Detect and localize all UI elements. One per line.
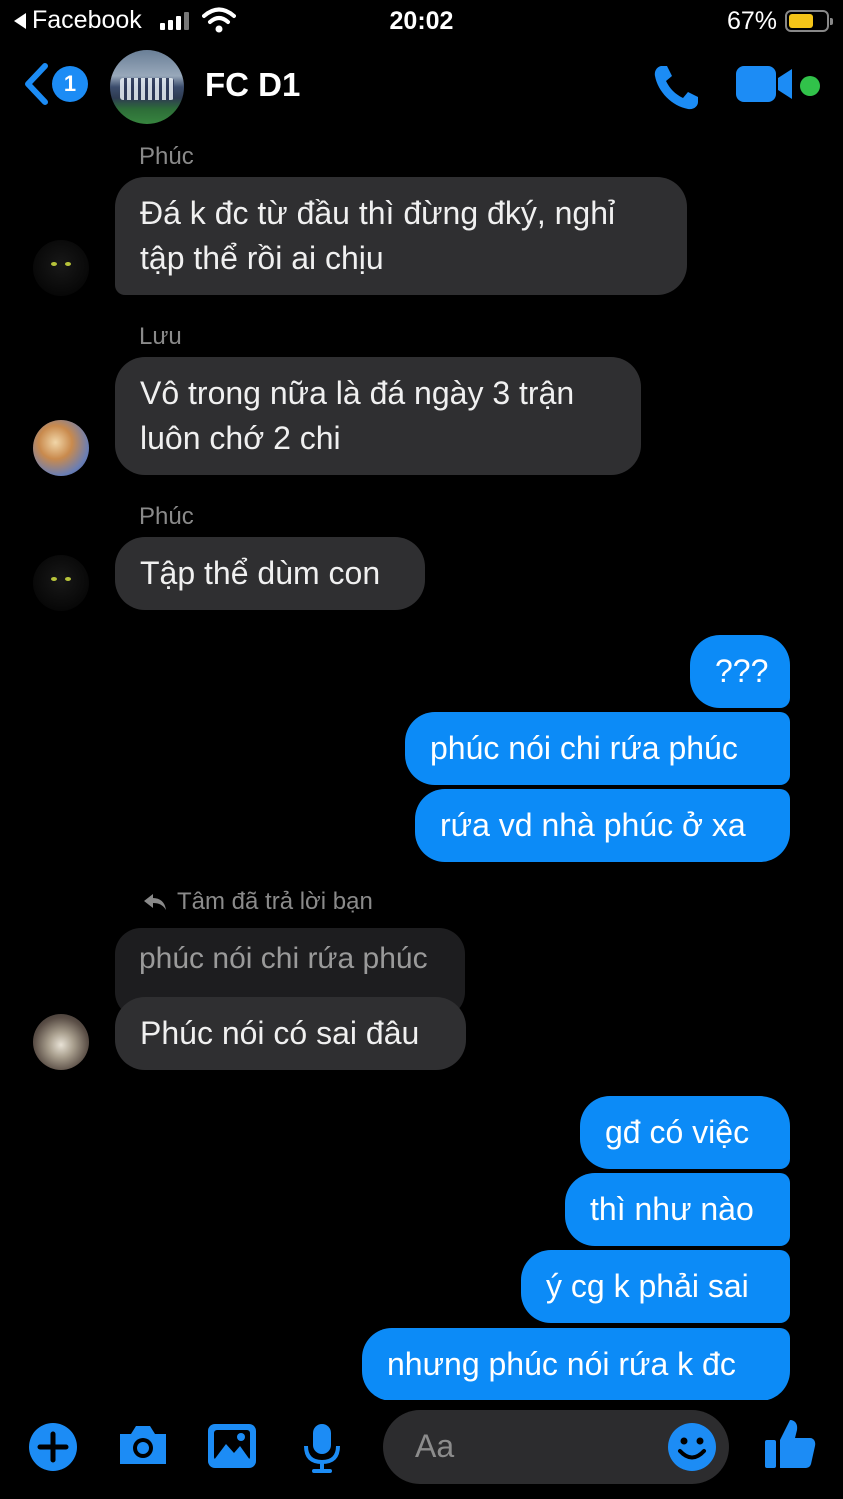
- avatar[interactable]: [33, 240, 89, 296]
- avatar[interactable]: [33, 555, 89, 611]
- message-input[interactable]: Aa: [383, 1410, 729, 1484]
- reply-note: Tâm đã trả lời bạn: [143, 888, 373, 916]
- sender-name: Lưu: [139, 323, 182, 350]
- camera-icon[interactable]: [116, 1422, 170, 1468]
- emoji-icon[interactable]: [667, 1422, 717, 1472]
- composer-bar: Aa: [0, 1400, 843, 1499]
- message-bubble[interactable]: ý cg k phải sai: [521, 1250, 790, 1323]
- plus-icon[interactable]: [28, 1422, 78, 1472]
- battery-icon: [785, 10, 833, 32]
- message-bubble[interactable]: phúc nói chi rứa phúc: [405, 712, 790, 785]
- status-bar: Facebook 20:02 67%: [0, 0, 843, 44]
- back-chevron-icon: [25, 63, 48, 105]
- image-icon[interactable]: [206, 1422, 258, 1470]
- battery-percent: 67%: [726, 7, 777, 35]
- message-bubble[interactable]: Phúc nói có sai đâu: [115, 997, 466, 1070]
- avatar[interactable]: [33, 420, 89, 476]
- chat-header: 1 FC D1: [0, 44, 843, 134]
- reply-arrow-icon: [144, 894, 166, 910]
- message-bubble[interactable]: Tập thể dùm con: [115, 537, 425, 610]
- message-bubble[interactable]: ???: [690, 635, 790, 708]
- unread-badge: 1: [52, 66, 88, 102]
- message-bubble[interactable]: Vô trong nữa là đá ngày 3 trận luôn chớ …: [115, 357, 641, 475]
- message-bubble[interactable]: thì như nào: [565, 1173, 790, 1246]
- message-bubble[interactable]: rứa vd nhà phúc ở xa: [415, 789, 790, 862]
- message-bubble[interactable]: Đá k đc từ đầu thì đừng đký, nghỉ tập th…: [115, 177, 687, 295]
- sender-name: Phúc: [139, 143, 194, 170]
- online-status-dot: [800, 76, 820, 96]
- chat-title[interactable]: FC D1: [205, 66, 300, 104]
- message-bubble[interactable]: gđ có việc: [580, 1096, 790, 1169]
- sender-name: Phúc: [139, 503, 194, 530]
- avatar[interactable]: [33, 1014, 89, 1070]
- microphone-icon[interactable]: [302, 1422, 342, 1474]
- phone-icon[interactable]: [650, 62, 702, 114]
- back-button[interactable]: 1: [22, 62, 88, 106]
- message-bubble[interactable]: nhưng phúc nói rứa k đc: [362, 1328, 790, 1401]
- video-camera-icon[interactable]: [736, 64, 794, 104]
- clock: 20:02: [389, 7, 454, 35]
- thumbs-up-icon[interactable]: [762, 1416, 818, 1472]
- group-avatar[interactable]: [110, 50, 184, 124]
